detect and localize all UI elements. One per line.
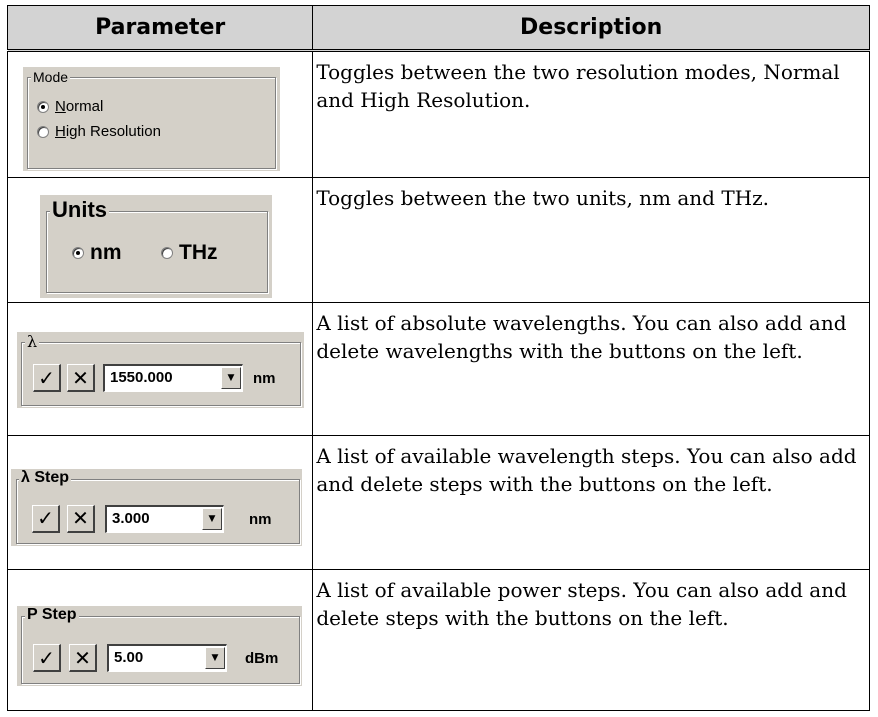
x-icon: ✕ <box>74 645 91 670</box>
radio-nm-label: nm <box>90 240 122 264</box>
units-panel: Units nm THz <box>40 194 272 298</box>
header-parameter: Parameter <box>6 5 314 52</box>
wavelength-value: 1550.000 <box>110 369 173 387</box>
mode-legend: Mode <box>31 69 71 85</box>
mode-panel: Mode Normal High Resolution <box>23 67 280 171</box>
radio-button-checked-icon[interactable] <box>37 100 49 113</box>
parameter-cell: P Step ✓ ✕ 5.00 ▼ dBm <box>6 569 314 711</box>
radio-high-resolution[interactable]: High Resolution <box>37 123 161 140</box>
wavelength-legend: λ <box>25 332 40 352</box>
radio-normal[interactable]: Normal <box>37 98 103 115</box>
description-cell: Toggles between the two resolution modes… <box>312 50 870 178</box>
add-wavelength-button[interactable]: ✓ <box>33 364 61 393</box>
parameter-table: Parameter Description Mode Normal High R… <box>6 5 870 711</box>
wavelength-step-combobox[interactable]: 3.000 ▼ <box>105 504 224 533</box>
wavelength-step-value: 3.000 <box>112 509 150 527</box>
radio-thz[interactable]: THz <box>161 241 218 265</box>
header-description: Description <box>312 5 870 52</box>
wavelength-combobox[interactable]: 1550.000 ▼ <box>103 364 243 393</box>
power-step-value: 5.00 <box>114 649 144 667</box>
dropdown-arrow-icon[interactable]: ▼ <box>221 367 241 390</box>
power-step-unit: dBm <box>245 650 279 668</box>
checkmark-icon: ✓ <box>37 506 54 531</box>
checkmark-icon: ✓ <box>38 365 55 390</box>
wavelength-step-legend: λ Step <box>19 468 72 487</box>
parameter-cell: Mode Normal High Resolution <box>6 50 314 178</box>
delete-wavelength-button[interactable]: ✕ <box>67 364 95 393</box>
units-legend: Units <box>50 196 109 223</box>
table-row-power-step: P Step ✓ ✕ 5.00 ▼ dBm A list of availabl… <box>6 569 870 711</box>
delete-power-step-button[interactable]: ✕ <box>69 644 97 673</box>
radio-button-unchecked-icon[interactable] <box>37 125 49 138</box>
x-icon: ✕ <box>72 506 89 531</box>
table-row-units: Units nm THz Toggles between the two uni… <box>6 176 870 304</box>
wavelength-step-unit: nm <box>249 510 272 528</box>
delete-wavelength-step-button[interactable]: ✕ <box>67 504 95 533</box>
table-row-wavelength: λ ✓ ✕ 1550.000 ▼ nm A list of absolute w… <box>6 302 870 436</box>
description-cell: A list of available wavelength steps. Yo… <box>312 434 870 571</box>
wavelength-step-panel: λ Step ✓ ✕ 3.000 ▼ nm <box>11 468 302 546</box>
radio-button-checked-icon[interactable] <box>72 246 84 259</box>
dropdown-arrow-icon[interactable]: ▼ <box>205 647 225 670</box>
wavelength-unit: nm <box>253 370 276 388</box>
power-step-panel: P Step ✓ ✕ 5.00 ▼ dBm <box>17 606 302 687</box>
x-icon: ✕ <box>72 365 89 390</box>
parameter-cell: λ Step ✓ ✕ 3.000 ▼ nm <box>6 434 314 571</box>
checkmark-icon: ✓ <box>38 645 55 670</box>
add-wavelength-step-button[interactable]: ✓ <box>32 504 60 533</box>
radio-button-unchecked-icon[interactable] <box>161 246 173 259</box>
dropdown-arrow-icon[interactable]: ▼ <box>202 507 222 530</box>
radio-nm[interactable]: nm <box>72 241 122 265</box>
add-power-step-button[interactable]: ✓ <box>33 644 61 673</box>
description-cell: A list of available power steps. You can… <box>312 569 870 711</box>
description-cell: A list of absolute wavelengths. You can … <box>312 302 870 436</box>
power-step-legend: P Step <box>25 606 79 625</box>
table-header-row: Parameter Description <box>6 5 870 52</box>
radio-high-resolution-label: High Resolution <box>55 123 161 140</box>
power-step-combobox[interactable]: 5.00 ▼ <box>107 644 227 673</box>
wavelength-panel: λ ✓ ✕ 1550.000 ▼ nm <box>17 332 304 409</box>
radio-normal-label: Normal <box>55 98 104 115</box>
table-row-mode: Mode Normal High Resolution Toggles betw… <box>6 50 870 178</box>
parameter-cell: Units nm THz <box>6 176 314 304</box>
table-row-wavelength-step: λ Step ✓ ✕ 3.000 ▼ nm A list of availabl… <box>6 434 870 571</box>
radio-thz-label: THz <box>179 240 218 264</box>
parameter-cell: λ ✓ ✕ 1550.000 ▼ nm <box>6 302 314 436</box>
description-cell: Toggles between the two units, nm and TH… <box>312 176 870 304</box>
